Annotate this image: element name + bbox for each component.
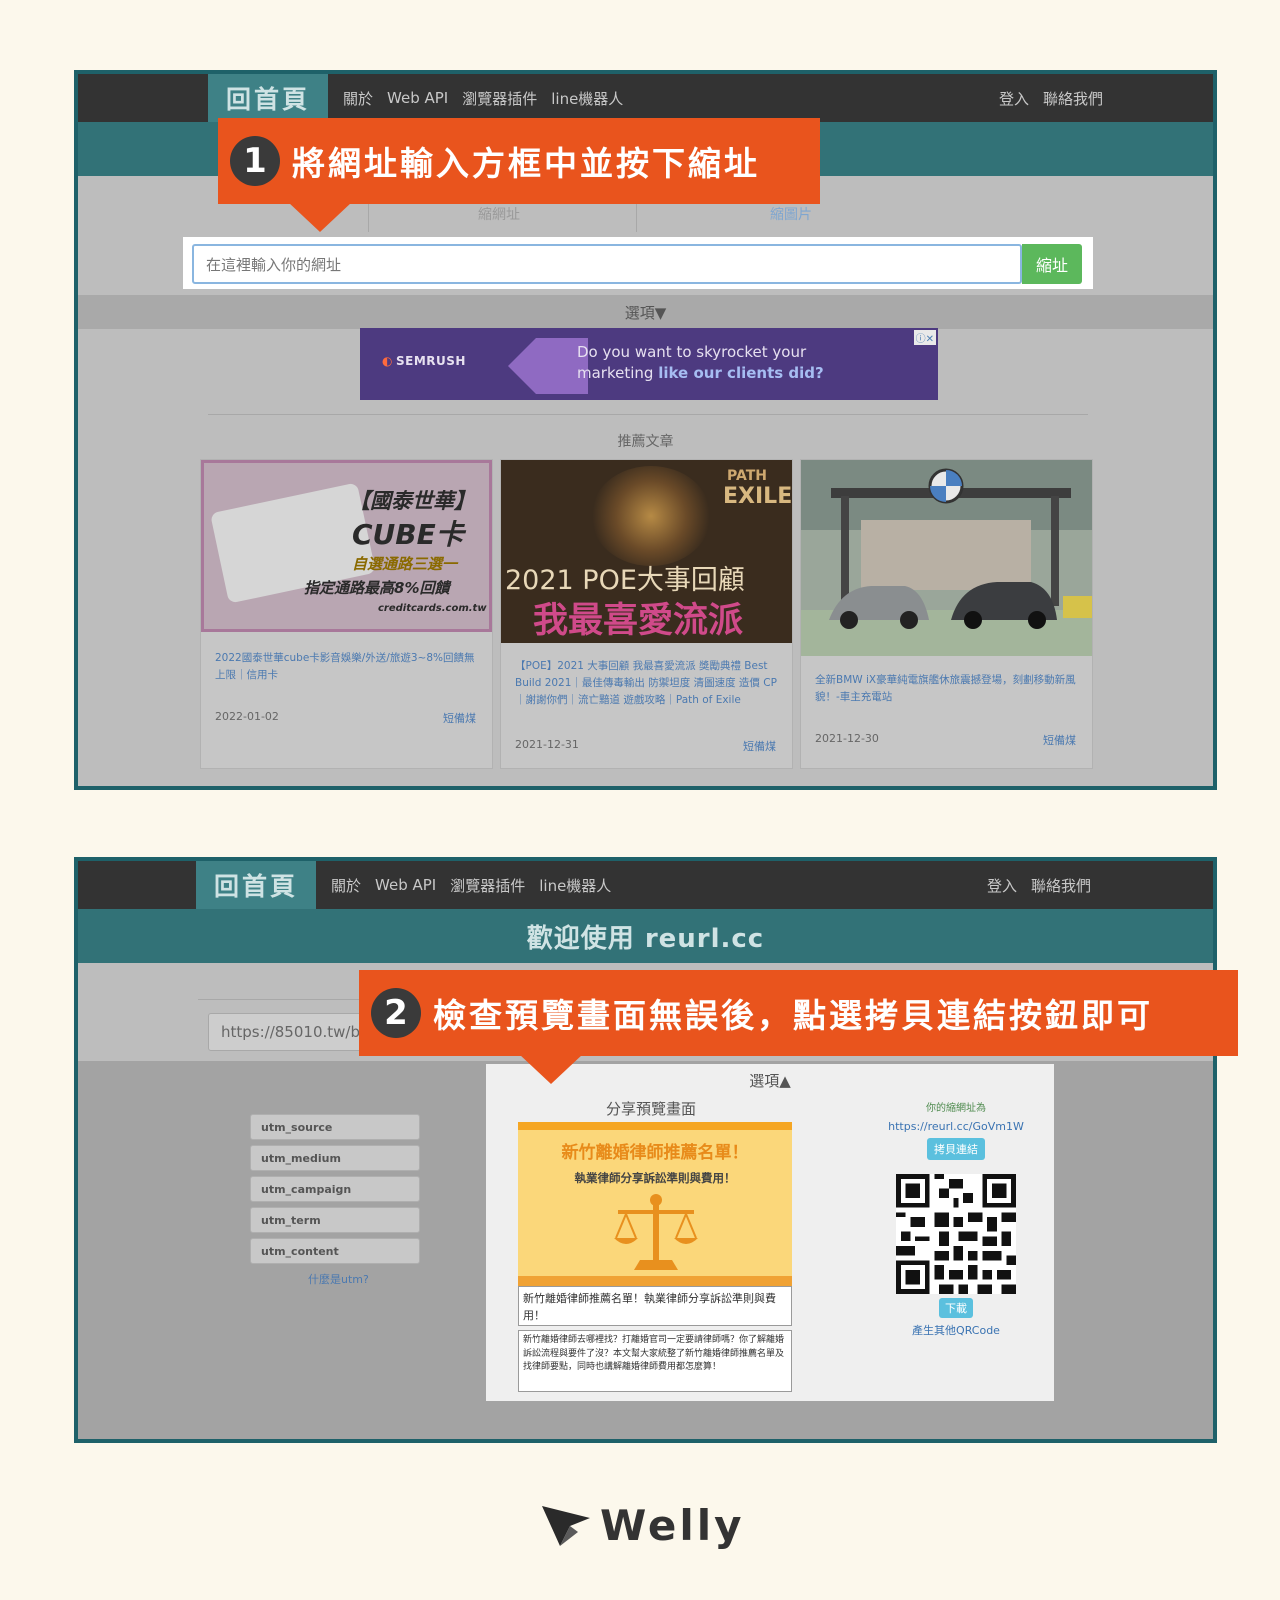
recommend-title: 推薦文章 (617, 434, 674, 450)
screenshot-step2: 回首頁 關於 Web API 瀏覽器插件 line機器人 登入 聯絡我們 歡迎使… (74, 857, 1217, 1443)
tab-shorten-url[interactable]: 縮網址 (478, 204, 520, 234)
utm-medium-field[interactable]: utm_medium (250, 1145, 420, 1171)
shorten-button[interactable]: 縮址 (1022, 244, 1082, 284)
preview-description-textarea[interactable]: 新竹離婚律師去哪裡找？打離婚官司一定要請律師嗎？你了解離婚訴訟流程與要件了沒？本… (518, 1330, 792, 1392)
article-date: 2021-12-30 (815, 732, 879, 745)
article-card[interactable]: PATH EXILE 2021 POE大事回顧 我最喜愛流派 【POE】2021… (500, 459, 793, 769)
preview-title-textarea[interactable]: 新竹離婚律師推薦名單！執業律師分享訴訟準則與費用！ (518, 1286, 792, 1326)
nav-web-api[interactable]: Web API (375, 876, 436, 894)
nav-line-bot[interactable]: line機器人 (551, 88, 623, 109)
utm-content-field[interactable]: utm_content (250, 1238, 420, 1264)
tab-divider (636, 204, 637, 232)
home-brand-link[interactable]: 回首頁 (196, 861, 316, 909)
short-url-link[interactable]: https://reurl.cc/GoVm1W (846, 1120, 1066, 1133)
nav-right: 登入 聯絡我們 (999, 74, 1103, 122)
step1-callout: 1 將網址輸入方框中並按下縮址 (218, 118, 820, 232)
article-title[interactable]: 全新BMW iX豪華純電旗艦休旅震撼登場，刻劃移動新風貌！-車主充電站 (815, 672, 1080, 706)
article-title[interactable]: 2022國泰世華cube卡影音娛樂/外送/旅遊3~8%回饋無上限｜信用卡 (215, 650, 480, 684)
article-card[interactable]: 【國泰世華】 CUBE卡 自選通路三選一 指定通路最高8%回饋 creditca… (200, 459, 493, 769)
callout-pointer (519, 1054, 583, 1084)
nav-about[interactable]: 關於 (343, 88, 373, 109)
divider (208, 414, 1088, 415)
article-thumbnail (801, 460, 1092, 656)
nav-contact[interactable]: 聯絡我們 (1031, 875, 1091, 896)
nav-browser-plugin[interactable]: 瀏覽器插件 (450, 875, 525, 896)
ad-chevron-shape (508, 338, 588, 394)
home-brand-link[interactable]: 回首頁 (208, 74, 328, 122)
article-card[interactable]: 全新BMW iX豪華純電旗艦休旅震撼登場，刻劃移動新風貌！-車主充電站 2021… (800, 459, 1093, 769)
short-url-label: 你的縮網址為 (926, 1103, 986, 1114)
nav-links: 關於 Web API 瀏覽器插件 line機器人 (343, 74, 623, 122)
copy-link-button[interactable]: 拷貝連結 (927, 1138, 985, 1160)
nav-contact[interactable]: 聯絡我們 (1043, 88, 1103, 109)
nav-links: 關於 Web API 瀏覽器插件 line機器人 (331, 861, 611, 909)
article-tag[interactable]: 短備煤 (443, 710, 476, 726)
options-toggle[interactable]: 選項▼ (78, 295, 1213, 329)
step1-instruction: 將網址輸入方框中並按下縮址 (292, 144, 760, 183)
utm-term-field[interactable]: utm_term (250, 1207, 420, 1233)
step2-callout: 2 檢查預覽畫面無誤後，點選拷貝連結按鈕即可 (359, 970, 1238, 1084)
ad-message: Do you want to skyrocket your marketing … (577, 343, 824, 382)
ad-logo: ◐ SEMRUSH (382, 354, 466, 368)
step2-instruction: 檢查預覽畫面無誤後，點選拷貝連結按鈕即可 (433, 996, 1153, 1035)
nav-line-bot[interactable]: line機器人 (539, 875, 611, 896)
article-title[interactable]: 【POE】2021 大事回顧 我最喜愛流派 獎勵典禮 Best Build 20… (515, 658, 780, 709)
ad-close-icon[interactable]: ⓘ✕ (913, 330, 936, 345)
welly-brand-text: Welly (600, 1500, 745, 1550)
semrush-flame-icon: ◐ (382, 354, 393, 368)
tab-divider (368, 204, 369, 232)
nav-browser-plugin[interactable]: 瀏覽器插件 (462, 88, 537, 109)
article-thumbnail: 【國泰世華】 CUBE卡 自選通路三選一 指定通路最高8%回饋 creditca… (201, 460, 492, 632)
article-thumbnail: PATH EXILE 2021 POE大事回顧 我最喜愛流派 (501, 460, 792, 643)
article-tag[interactable]: 短備煤 (1043, 732, 1076, 748)
callout-pointer (288, 202, 352, 232)
utm-campaign-field[interactable]: utm_campaign (250, 1176, 420, 1202)
helmet-art (591, 466, 711, 566)
nav-about[interactable]: 關於 (331, 875, 361, 896)
article-date: 2021-12-31 (515, 738, 579, 751)
step-number-badge: 2 (371, 988, 421, 1038)
generate-other-qr-link[interactable]: 產生其他QRCode (846, 1322, 1066, 1338)
nav-web-api[interactable]: Web API (387, 89, 448, 107)
download-qr-button[interactable]: 下載 (939, 1298, 973, 1318)
utm-help-link[interactable]: 什麼是utm? (308, 1271, 369, 1287)
article-date: 2022-01-02 (215, 710, 279, 723)
top-navbar: 回首頁 關於 Web API 瀏覽器插件 line機器人 登入 聯絡我們 (78, 74, 1213, 122)
scales-of-justice-icon (614, 1194, 698, 1270)
nav-right: 登入 聯絡我們 (987, 861, 1091, 909)
utm-source-field[interactable]: utm_source (250, 1114, 420, 1140)
step-number-badge: 1 (230, 136, 280, 186)
share-preview-image: 新竹離婚律師推薦名單！ 執業律師分享訴訟準則與費用！ (518, 1122, 792, 1286)
bmw-showroom-image (801, 460, 1092, 656)
preview-title: 分享預覽畫面 (605, 1100, 696, 1118)
url-input[interactable]: 在這裡輸入你的網址 (192, 244, 1022, 284)
url-form: 在這裡輸入你的網址 縮址 (183, 237, 1093, 289)
welcome-banner: 歡迎使用 reurl.cc (78, 909, 1213, 963)
qr-code-image (896, 1174, 1016, 1294)
article-tag[interactable]: 短備煤 (743, 738, 776, 754)
welly-logo: Welly (540, 1500, 745, 1550)
nav-login[interactable]: 登入 (999, 88, 1029, 109)
ad-banner[interactable]: ◐ SEMRUSH Do you want to skyrocket your m… (360, 328, 938, 400)
top-navbar: 回首頁 關於 Web API 瀏覽器插件 line機器人 登入 聯絡我們 (78, 861, 1213, 909)
welly-logo-icon (542, 1506, 590, 1546)
preview-panel: 選項▲ 分享預覽畫面 新竹離婚律師推薦名單！ 執業律師分享訴訟準則與費用！ 新竹… (486, 1064, 1054, 1401)
tab-shorten-image[interactable]: 縮圖片 (770, 204, 812, 234)
nav-login[interactable]: 登入 (987, 875, 1017, 896)
